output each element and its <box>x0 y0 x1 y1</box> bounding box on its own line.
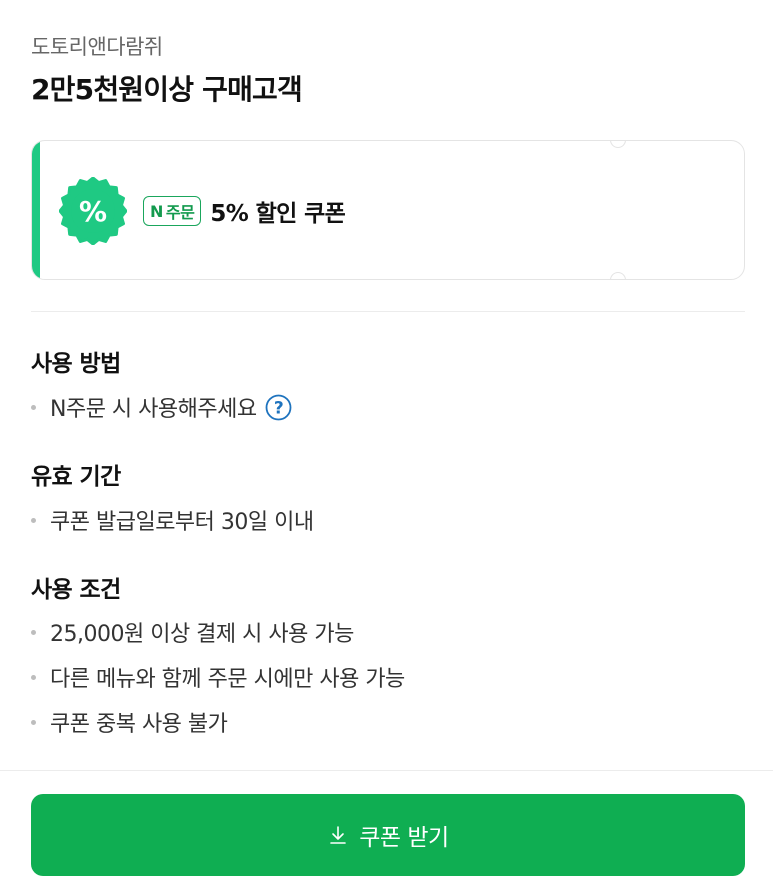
condition-item: 다른 메뉴와 함께 주문 시에만 사용 가능 <box>31 661 405 693</box>
bullet-dot <box>31 629 36 635</box>
validity-item: 쿠폰 발급일로부터 30일 이내 <box>31 504 314 536</box>
condition-text: 25,000원 이상 결제 시 사용 가능 <box>50 622 354 647</box>
condition-item: 25,000원 이상 결제 시 사용 가능 <box>31 616 354 648</box>
svg-text:?: ? <box>273 398 282 418</box>
coupon-card: % N 주문 5% 할인 쿠폰 <box>31 140 745 280</box>
coupon-notch-bottom <box>610 272 626 279</box>
condition-text: 다른 메뉴와 함께 주문 시에만 사용 가능 <box>50 667 405 692</box>
bullet-dot <box>31 404 36 410</box>
get-coupon-button[interactable]: 쿠폰 받기 <box>31 794 745 876</box>
n-order-tag-text: 주문 <box>165 203 195 222</box>
get-coupon-label: 쿠폰 받기 <box>359 825 449 851</box>
page-title: 2만5천원이상 구매고객 <box>31 73 303 106</box>
condition-item: 쿠폰 중복 사용 불가 <box>31 706 228 738</box>
coupon-body: N 주문 5% 할인 쿠폰 <box>143 194 346 228</box>
validity-heading: 유효 기간 <box>31 464 121 490</box>
download-icon <box>330 826 347 844</box>
n-order-tag: N 주문 <box>143 196 202 226</box>
usage-method-text: N주문 시 사용해주세요 <box>50 397 257 422</box>
coupon-label: 5% 할인 쿠폰 <box>210 201 346 227</box>
divider <box>31 311 745 312</box>
n-order-tag-letter: N <box>150 201 163 221</box>
coupon-notch-top <box>610 141 626 148</box>
svg-text:%: % <box>79 195 107 228</box>
coupon-accent-bar <box>32 141 40 279</box>
percent-badge-icon: % <box>59 177 127 245</box>
conditions-heading: 사용 조건 <box>31 577 121 603</box>
bullet-dot <box>31 719 36 725</box>
store-name: 도토리앤다람쥐 <box>31 35 163 59</box>
validity-text: 쿠폰 발급일로부터 30일 이내 <box>50 510 314 535</box>
usage-method-heading: 사용 방법 <box>31 351 121 377</box>
condition-text: 쿠폰 중복 사용 불가 <box>50 712 228 737</box>
question-circle-icon[interactable]: ? <box>265 394 292 421</box>
bullet-dot <box>31 674 36 680</box>
divider <box>0 770 773 771</box>
usage-method-item: N주문 시 사용해주세요 ? <box>31 391 292 423</box>
bullet-dot <box>31 517 36 523</box>
